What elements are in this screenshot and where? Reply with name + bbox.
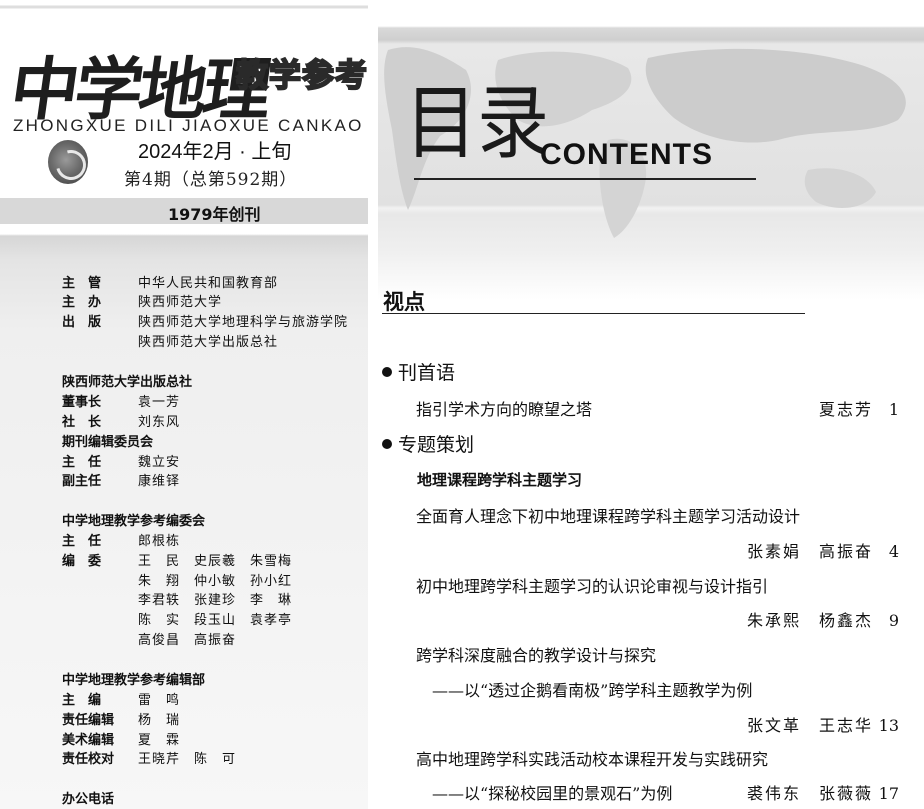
article-authors: 张文革 王志华 xyxy=(746,716,873,735)
credit-group-title: 陕西师范大学出版总社 xyxy=(62,375,193,390)
article-title[interactable]: 全面育人理念下初中地理课程跨学科主题学习活动设计 xyxy=(416,503,800,527)
bullet-icon xyxy=(382,367,392,377)
journal-pinyin: ZHONGXUE DILI JIAOXUE CANKAO xyxy=(13,116,364,135)
masthead-panel: 中学地理 教学参考 ZHONGXUE DILI JIAOXUE CANKAO 2… xyxy=(0,0,368,809)
section-title: 视点 xyxy=(383,290,425,314)
credit-group-title: 办公电话 xyxy=(62,792,115,807)
article-title[interactable]: 初中地理跨学科主题学习的认识论审视与设计指引 xyxy=(416,573,768,597)
toc-title-chinese: 目录 xyxy=(405,76,550,171)
column-heading: 刊首语 xyxy=(382,358,455,385)
logo-subtitle: 教学参考 xyxy=(235,55,369,95)
article-meta: 朱承熙 杨鑫杰 9 xyxy=(747,607,899,631)
publisher-emblem-icon xyxy=(48,140,88,184)
column-heading: 专题策划 xyxy=(382,430,474,457)
article-page: 13 xyxy=(878,716,899,735)
article-meta: 夏志芳 1 xyxy=(819,396,899,420)
bullet-icon xyxy=(382,439,392,449)
article-page: 17 xyxy=(878,784,899,803)
article-authors: 夏志芳 xyxy=(818,400,873,419)
article-page: 1 xyxy=(888,400,899,419)
article-authors: 张素娟 高振奋 xyxy=(746,542,873,561)
article-meta: 裘伟东 张薇薇 17 xyxy=(747,780,899,804)
article-title[interactable]: 指引学术方向的瞭望之塔 xyxy=(416,396,592,420)
article-title[interactable]: 跨学科深度融合的教学设计与探究 xyxy=(416,642,656,666)
credit-group-title: 中学地理教学参考编委会 xyxy=(62,514,206,529)
article-authors: 朱承熙 杨鑫杰 xyxy=(746,611,873,630)
credit-group-title: 中学地理教学参考编辑部 xyxy=(62,673,206,688)
article-title[interactable]: 高中地理跨学科实践活动校本课程开发与实践研究 xyxy=(416,746,768,770)
article-authors: 裘伟东 张薇薇 xyxy=(746,784,873,803)
issue-number: 第4期（总第592期） xyxy=(124,170,298,190)
article-meta: 张文革 王志华 13 xyxy=(747,712,899,736)
article-subtitle: ——以“透过企鹅看南极”跨学科主题教学为例 xyxy=(432,681,753,700)
article-meta: 张素娟 高振奋 4 xyxy=(747,538,899,562)
topic-heading: 地理课程跨学科主题学习 xyxy=(417,471,583,489)
article-page: 9 xyxy=(888,611,899,630)
issue-date: 2024年2月 · 上旬 xyxy=(138,141,292,163)
founded-year: 1979年创刊 xyxy=(168,205,261,224)
article-subtitle: ——以“探秘校园里的景观石”为例 xyxy=(432,784,673,803)
credit-group-title: 期刊编辑委员会 xyxy=(62,435,154,450)
toc-title-english: CONTENTS xyxy=(540,138,713,171)
article-page: 4 xyxy=(888,542,899,561)
title-underline xyxy=(414,178,756,180)
section-underline xyxy=(382,313,805,314)
